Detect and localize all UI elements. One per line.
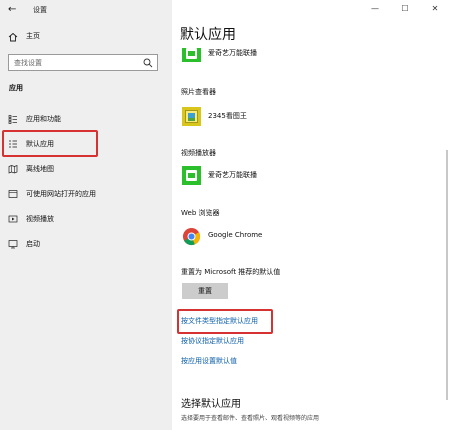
photo-viewer-label: 照片查看器 bbox=[181, 88, 216, 96]
section-label-apps: 应用 bbox=[9, 84, 23, 92]
sidebar-item-label: 离线地图 bbox=[26, 165, 54, 173]
photo-viewer-icon[interactable] bbox=[182, 107, 201, 126]
settings-window: ← 设置 主页 查找设置 应用 应用和功能 默认应用 离线地图 可使用网站打开的… bbox=[0, 0, 450, 430]
sidebar-item-video-playback[interactable]: 视频播放 bbox=[0, 208, 172, 230]
window-title: 设置 bbox=[33, 6, 47, 14]
back-arrow-icon[interactable]: ← bbox=[8, 4, 20, 16]
startup-icon bbox=[8, 240, 18, 249]
video-player-app[interactable]: 爱奇艺万能联播 bbox=[208, 170, 257, 180]
sidebar: ← 设置 主页 查找设置 应用 应用和功能 默认应用 离线地图 可使用网站打开的… bbox=[0, 0, 172, 430]
search-icon[interactable] bbox=[143, 58, 153, 68]
website-icon bbox=[8, 190, 18, 198]
sidebar-item-apps-features[interactable]: 应用和功能 bbox=[0, 108, 172, 130]
web-browser-label: Web 浏览器 bbox=[181, 209, 220, 217]
iqiyi-icon[interactable] bbox=[182, 48, 201, 62]
video-icon bbox=[8, 215, 18, 223]
map-icon bbox=[8, 164, 18, 174]
photo-viewer-app[interactable]: 2345看图王 bbox=[208, 111, 247, 121]
main-content: — ☐ ✕ 默认应用 爱奇艺万能联播 照片查看器 2345看图王 视频播放器 爱… bbox=[172, 0, 450, 430]
top-app-name[interactable]: 爱奇艺万能联播 bbox=[208, 48, 257, 58]
sidebar-item-label: 可使用网站打开的应用 bbox=[26, 190, 96, 198]
sidebar-item-label: 应用和功能 bbox=[26, 115, 61, 123]
minimize-button[interactable]: — bbox=[360, 0, 390, 20]
sidebar-item-startup[interactable]: 启动 bbox=[0, 233, 172, 255]
link-by-protocol[interactable]: 按协议指定默认应用 bbox=[181, 336, 244, 346]
iqiyi-icon[interactable] bbox=[182, 166, 201, 185]
search-input[interactable]: 查找设置 bbox=[8, 54, 158, 71]
close-button[interactable]: ✕ bbox=[420, 0, 450, 20]
search-placeholder: 查找设置 bbox=[14, 59, 42, 67]
section-description: 选择要用于查看邮件、查看照片、观看视频等的应用 bbox=[181, 415, 320, 422]
link-by-app[interactable]: 按应用设置默认值 bbox=[181, 356, 237, 366]
sidebar-item-websites-apps[interactable]: 可使用网站打开的应用 bbox=[0, 183, 172, 205]
maximize-button[interactable]: ☐ bbox=[390, 0, 420, 20]
scrollbar[interactable] bbox=[446, 150, 448, 400]
section-title-choose-default: 选择默认应用 bbox=[181, 399, 241, 410]
annotation-highlight-default-apps bbox=[2, 130, 98, 157]
video-player-label: 视频播放器 bbox=[181, 149, 216, 157]
window-controls: — ☐ ✕ bbox=[360, 0, 450, 20]
sidebar-item-label: 视频播放 bbox=[26, 215, 54, 223]
annotation-highlight-file-type-link bbox=[177, 309, 273, 334]
title-bar: ← 设置 bbox=[0, 0, 172, 20]
home-label: 主页 bbox=[26, 32, 40, 40]
list-icon bbox=[8, 115, 17, 124]
reset-button[interactable]: 重置 bbox=[182, 283, 228, 299]
page-title: 默认应用 bbox=[180, 27, 236, 43]
home-link[interactable]: 主页 bbox=[8, 30, 158, 44]
web-browser-app[interactable]: Google Chrome bbox=[208, 230, 262, 240]
sidebar-item-label: 启动 bbox=[26, 240, 40, 248]
sidebar-item-offline-maps[interactable]: 离线地图 bbox=[0, 158, 172, 180]
chrome-icon[interactable] bbox=[182, 227, 201, 246]
home-icon bbox=[8, 32, 18, 42]
reset-label: 重置为 Microsoft 推荐的默认值 bbox=[181, 268, 281, 276]
